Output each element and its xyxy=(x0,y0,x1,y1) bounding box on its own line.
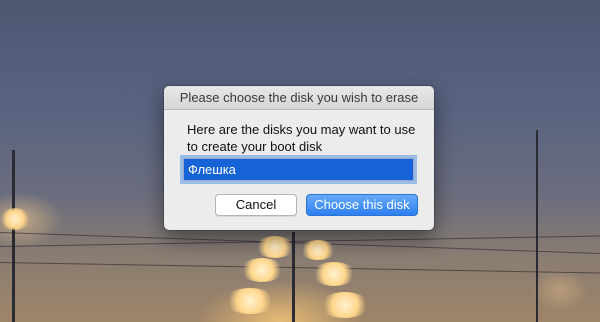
lamp xyxy=(320,292,370,318)
disk-list[interactable]: Флешка xyxy=(183,158,414,181)
cancel-button[interactable]: Cancel xyxy=(215,194,297,216)
wire xyxy=(0,235,600,247)
disk-list-item[interactable]: Флешка xyxy=(184,159,413,180)
lamp xyxy=(0,208,30,230)
lamp xyxy=(225,288,275,314)
lamp xyxy=(312,262,356,286)
pole-right xyxy=(536,130,538,322)
dialog-prompt: Here are the disks you may want to use t… xyxy=(187,122,416,154)
dialog-title: Please choose the disk you wish to erase xyxy=(164,86,434,110)
wire xyxy=(0,262,600,274)
pole-left xyxy=(12,150,15,322)
lamp xyxy=(240,258,284,282)
choose-disk-button[interactable]: Choose this disk xyxy=(306,194,418,216)
lamp xyxy=(300,240,336,260)
erase-disk-dialog: Please choose the disk you wish to erase… xyxy=(164,86,434,230)
lamp xyxy=(255,236,295,258)
